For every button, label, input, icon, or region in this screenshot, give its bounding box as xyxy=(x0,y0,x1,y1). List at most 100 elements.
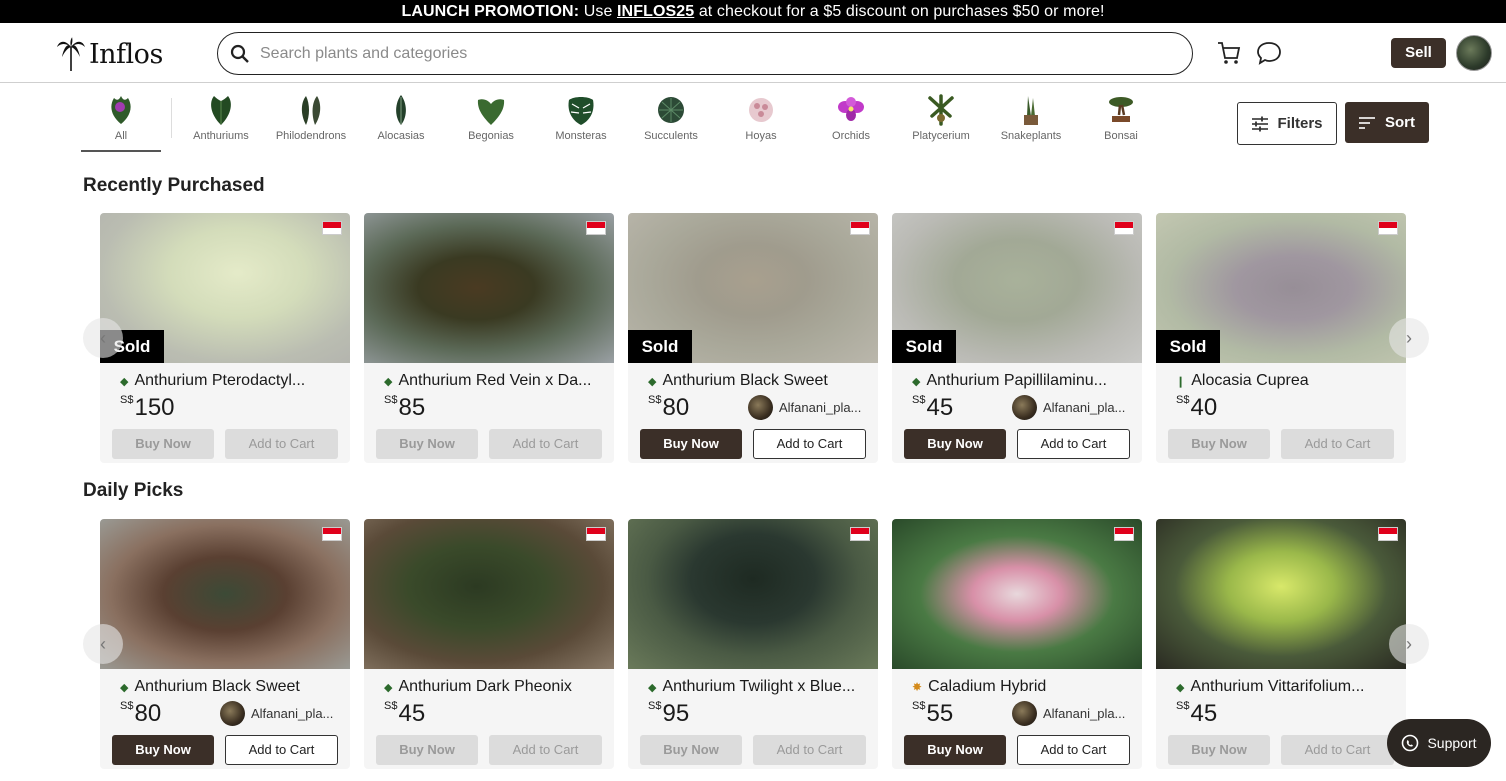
sold-badge: Sold xyxy=(628,330,692,363)
category-bonsai[interactable]: Bonsai xyxy=(1081,93,1161,142)
platycerium-icon xyxy=(901,93,981,127)
add-to-cart-button[interactable]: Add to Cart xyxy=(753,429,866,459)
carousel-next-arrow[interactable]: › xyxy=(1389,624,1429,664)
flag-icon xyxy=(1114,527,1134,541)
add-to-cart-button[interactable]: Add to Cart xyxy=(489,735,602,765)
buy-now-button[interactable]: Buy Now xyxy=(376,429,478,459)
product-photo[interactable] xyxy=(892,519,1142,669)
seller-info[interactable]: Alfanani_pla... xyxy=(748,395,861,420)
chat-icon[interactable] xyxy=(1256,40,1282,71)
logo[interactable]: Inflos xyxy=(57,37,163,71)
category-anthuriums[interactable]: Anthuriums xyxy=(181,93,261,142)
filters-label: Filters xyxy=(1277,115,1323,132)
leaf-icon: ◆ xyxy=(120,681,129,694)
category-alocasias[interactable]: Alocasias xyxy=(361,93,441,142)
seller-info[interactable]: Alfanani_pla... xyxy=(1012,701,1125,726)
product-name[interactable]: ◆ Anthurium Black Sweet xyxy=(120,678,340,696)
buy-now-button[interactable]: Buy Now xyxy=(1168,429,1270,459)
add-to-cart-button[interactable]: Add to Cart xyxy=(1281,735,1394,765)
buy-now-button[interactable]: Buy Now xyxy=(640,429,742,459)
product-card[interactable]: ◆ Anthurium Black Sweet S$80 Alfanani_pla… xyxy=(100,519,350,769)
product-name[interactable]: ◆ Anthurium Pterodactyl... xyxy=(120,372,340,390)
promo-prefix: LAUNCH PROMOTION: xyxy=(401,3,580,20)
product-card[interactable]: ◆ Anthurium Dark Pheonix S$45 Buy Now Add… xyxy=(364,519,614,769)
product-photo[interactable] xyxy=(100,519,350,669)
product-card[interactable]: Sold ◆ Anthurium Papillilaminu... S$45 Al… xyxy=(892,213,1142,463)
product-name[interactable]: ◆ Anthurium Vittarifolium... xyxy=(1176,678,1396,696)
category-hoyas[interactable]: Hoyas xyxy=(721,93,801,142)
add-to-cart-button[interactable]: Add to Cart xyxy=(489,429,602,459)
product-photo[interactable] xyxy=(628,519,878,669)
product-name[interactable]: ◆ Anthurium Papillilaminu... xyxy=(912,372,1132,390)
product-photo[interactable] xyxy=(364,519,614,669)
filters-button[interactable]: Filters xyxy=(1237,102,1337,145)
product-name[interactable]: ◆ Anthurium Dark Pheonix xyxy=(384,678,604,696)
product-card[interactable]: ◆ Anthurium Twilight x Blue... S$95 Buy N… xyxy=(628,519,878,769)
section-title: Recently Purchased xyxy=(83,175,265,196)
product-price: S$80 xyxy=(120,700,162,727)
product-price: S$55 xyxy=(912,700,954,727)
section-title: Daily Picks xyxy=(83,480,184,501)
support-button[interactable]: Support xyxy=(1387,719,1491,767)
sort-label: Sort xyxy=(1385,114,1415,131)
sell-button[interactable]: Sell xyxy=(1391,38,1446,68)
carousel-prev-arrow[interactable]: ‹ xyxy=(83,318,123,358)
site-header: Inflos Sell xyxy=(0,23,1506,83)
product-photo[interactable] xyxy=(364,213,614,363)
search-input[interactable] xyxy=(260,44,1140,63)
add-to-cart-button[interactable]: Add to Cart xyxy=(1017,429,1130,459)
add-to-cart-button[interactable]: Add to Cart xyxy=(225,735,338,765)
buy-now-button[interactable]: Buy Now xyxy=(112,429,214,459)
product-name[interactable]: ✸ Caladium Hybrid xyxy=(912,678,1132,696)
buy-now-button[interactable]: Buy Now xyxy=(640,735,742,765)
category-all[interactable]: All xyxy=(81,93,161,152)
add-to-cart-button[interactable]: Add to Cart xyxy=(753,735,866,765)
carousel-next-arrow[interactable]: › xyxy=(1389,318,1429,358)
product-card[interactable]: Sold ❙ Alocasia Cuprea S$40 Buy Now Add t… xyxy=(1156,213,1406,463)
product-photo[interactable] xyxy=(1156,519,1406,669)
chat-bubble-icon xyxy=(1402,734,1419,752)
category-begonias[interactable]: Begonias xyxy=(451,93,531,142)
category-snakeplants[interactable]: Snakeplants xyxy=(991,93,1071,142)
category-orchids[interactable]: Orchids xyxy=(811,93,891,142)
leaf-icon: ◆ xyxy=(384,375,393,388)
flag-icon xyxy=(586,527,606,541)
palm-logo-icon xyxy=(57,37,85,71)
add-to-cart-button[interactable]: Add to Cart xyxy=(225,429,338,459)
leaf-icon: ◆ xyxy=(912,375,921,388)
carousel-prev-arrow[interactable]: ‹ xyxy=(83,624,123,664)
product-name[interactable]: ◆ Anthurium Twilight x Blue... xyxy=(648,678,868,696)
buy-now-button[interactable]: Buy Now xyxy=(112,735,214,765)
add-to-cart-button[interactable]: Add to Cart xyxy=(1017,735,1130,765)
category-philodendrons[interactable]: Philodendrons xyxy=(271,93,351,142)
product-card[interactable]: Sold ◆ Anthurium Pterodactyl... S$150 Buy… xyxy=(100,213,350,463)
category-monsteras[interactable]: Monsteras xyxy=(541,93,621,142)
search-bar[interactable] xyxy=(217,32,1193,75)
product-card[interactable]: Sold ◆ Anthurium Black Sweet S$80 Alfanan… xyxy=(628,213,878,463)
user-avatar[interactable] xyxy=(1456,35,1492,71)
product-name[interactable]: ◆ Anthurium Red Vein x Da... xyxy=(384,372,604,390)
sort-button[interactable]: Sort xyxy=(1345,102,1429,143)
seller-info[interactable]: Alfanani_pla... xyxy=(220,701,333,726)
product-card[interactable]: ◆ Anthurium Red Vein x Da... S$85 Buy Now… xyxy=(364,213,614,463)
seller-info[interactable]: Alfanani_pla... xyxy=(1012,395,1125,420)
product-name[interactable]: ◆ Anthurium Black Sweet xyxy=(648,372,868,390)
product-name[interactable]: ❙ Alocasia Cuprea xyxy=(1176,372,1396,390)
product-card[interactable]: ✸ Caladium Hybrid S$55 Alfanani_pla... Bu… xyxy=(892,519,1142,769)
category-succulents[interactable]: Succulents xyxy=(631,93,711,142)
product-card[interactable]: ◆ Anthurium Vittarifolium... S$45 Buy Now… xyxy=(1156,519,1406,769)
logo-text: Inflos xyxy=(89,38,163,70)
buy-now-button[interactable]: Buy Now xyxy=(904,735,1006,765)
buy-now-button[interactable]: Buy Now xyxy=(1168,735,1270,765)
add-to-cart-button[interactable]: Add to Cart xyxy=(1281,429,1394,459)
seller-avatar xyxy=(220,701,245,726)
cart-icon[interactable] xyxy=(1216,40,1242,71)
product-price: S$45 xyxy=(912,394,954,421)
category-platycerium[interactable]: Platycerium xyxy=(901,93,981,142)
buy-now-button[interactable]: Buy Now xyxy=(376,735,478,765)
promo-code[interactable]: INFLOS25 xyxy=(617,3,694,20)
leaf-icon: ◆ xyxy=(648,375,657,388)
succulent-icon xyxy=(631,93,711,127)
buy-now-button[interactable]: Buy Now xyxy=(904,429,1006,459)
sold-badge: Sold xyxy=(1156,330,1220,363)
